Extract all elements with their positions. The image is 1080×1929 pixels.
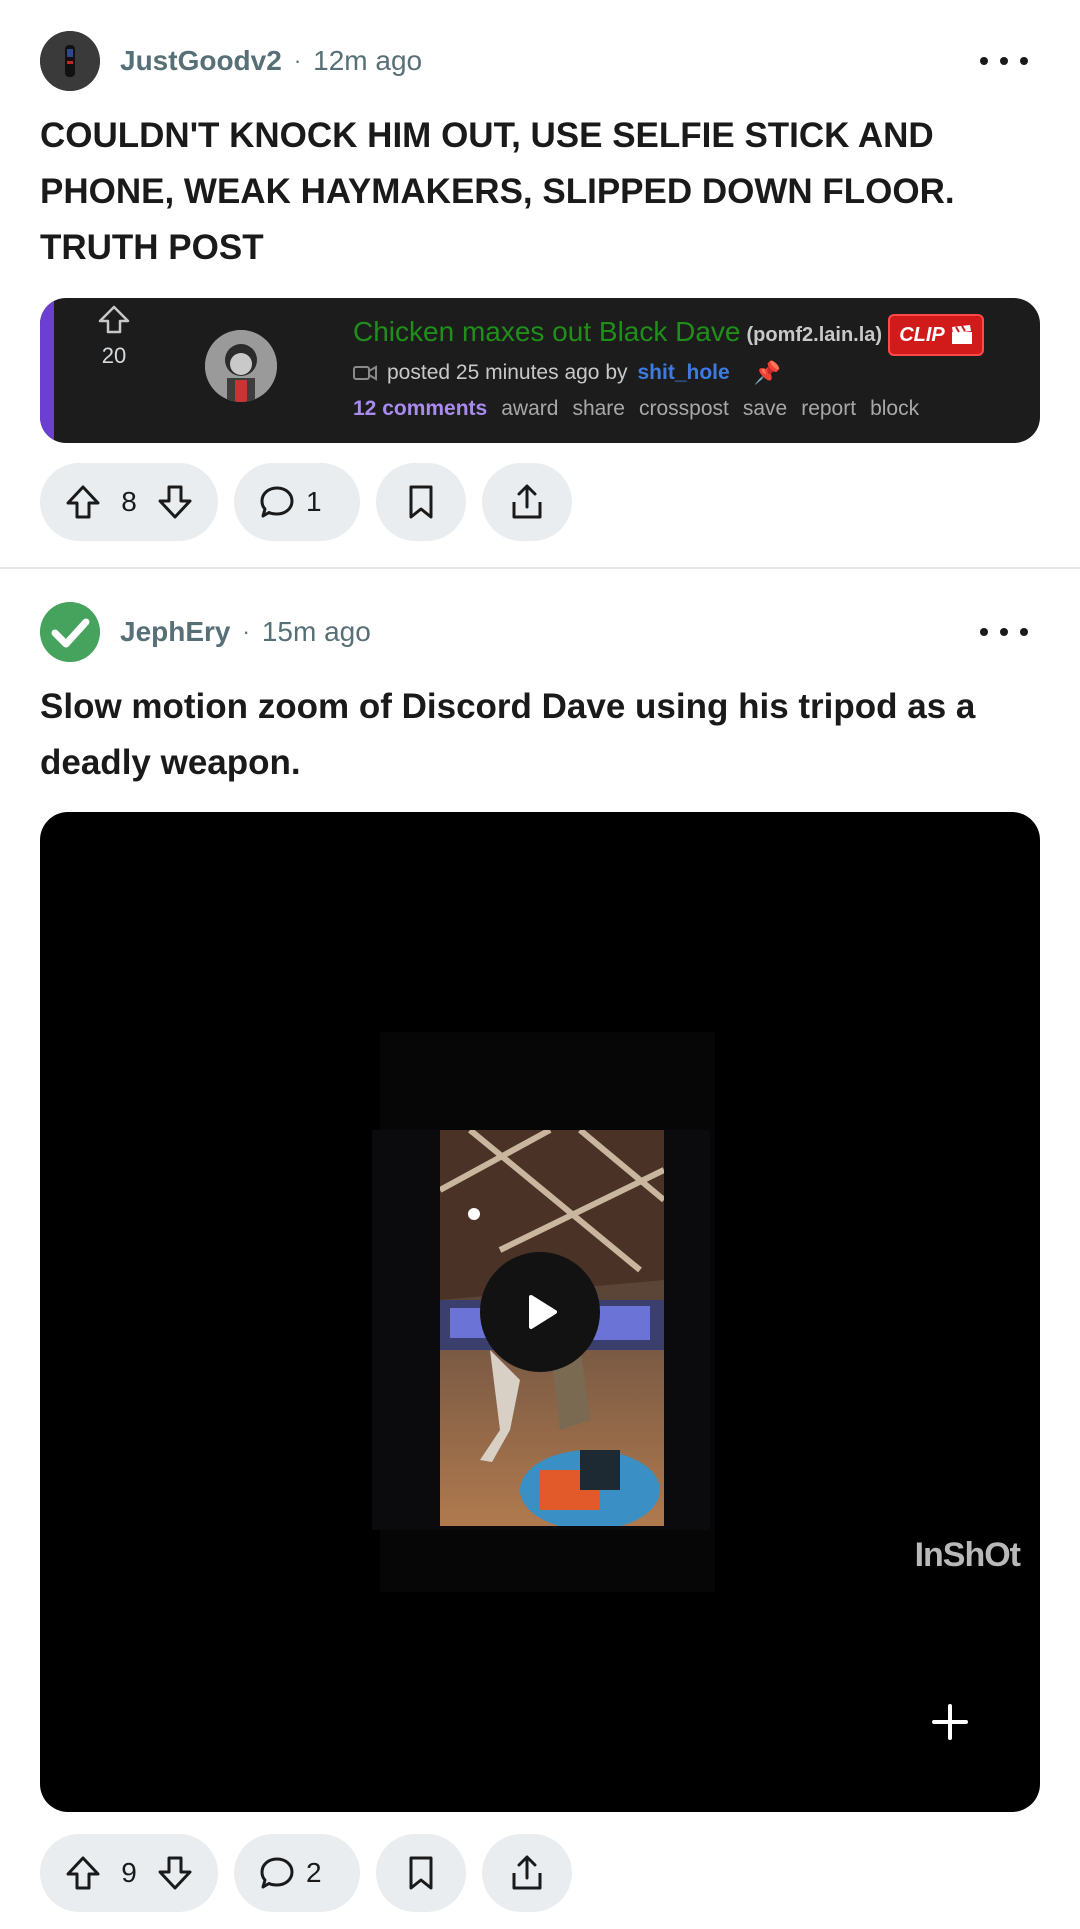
embed-vote[interactable]: 20 xyxy=(84,304,144,369)
embed-link-crosspost[interactable]: crosspost xyxy=(639,397,729,421)
bookmark-icon xyxy=(405,484,437,520)
play-icon[interactable] xyxy=(480,1252,600,1372)
more-icon[interactable] xyxy=(980,46,1028,76)
comment-icon xyxy=(258,1854,296,1892)
post-header: JephEry · 15m ago xyxy=(40,601,1040,663)
post-time: 15m ago xyxy=(261,616,371,647)
share-button[interactable] xyxy=(482,1834,572,1912)
video-watermark: InShOt xyxy=(914,1536,1021,1574)
comments-button[interactable]: 2 xyxy=(234,1834,360,1912)
embed-link-award[interactable]: award xyxy=(501,397,558,421)
embed-link-save[interactable]: save xyxy=(743,397,787,421)
comment-count: 2 xyxy=(306,1857,322,1888)
save-button[interactable] xyxy=(376,463,466,541)
upvote-icon[interactable] xyxy=(97,304,131,334)
downvote-icon[interactable] xyxy=(156,483,194,521)
more-icon[interactable] xyxy=(980,617,1028,647)
post-2[interactable]: JephEry · 15m ago Slow motion zoom of Di… xyxy=(0,601,1080,801)
embed-accent-bar xyxy=(40,298,54,443)
vote-pill: 8 xyxy=(40,463,218,541)
comment-icon xyxy=(258,483,296,521)
checkmark-icon xyxy=(40,602,100,662)
vote-pill: 9 xyxy=(40,1834,218,1912)
post-actions: 8 1 xyxy=(40,463,572,541)
embed-meta: posted 25 minutes ago by shit_hole 📌 xyxy=(353,360,781,386)
embed-link-share[interactable]: share xyxy=(572,397,625,421)
vote-count: 8 xyxy=(121,486,137,517)
vote-count: 9 xyxy=(121,1857,137,1888)
author-name[interactable]: JephEry xyxy=(120,616,231,648)
upvote-icon[interactable] xyxy=(64,1854,102,1892)
embed-link-block[interactable]: block xyxy=(870,397,919,421)
downvote-icon[interactable] xyxy=(156,1854,194,1892)
expand-plus-icon[interactable] xyxy=(920,1692,980,1752)
embedded-link-card[interactable]: 20 Chicken maxes out Black Dave (pomf2.la… xyxy=(40,298,1040,443)
separator: · xyxy=(293,48,302,73)
post-actions: 9 2 xyxy=(40,1834,572,1912)
clapperboard-icon xyxy=(951,325,972,344)
embed-thumbnail[interactable] xyxy=(205,330,277,402)
post-title[interactable]: COULDN'T KNOCK HIM OUT, USE SELFIE STICK… xyxy=(40,108,1040,276)
post-header: JustGoodv2 · 12m ago xyxy=(40,30,1040,92)
clip-label: CLIP xyxy=(899,323,945,346)
embed-domain[interactable]: (pomf2.lain.la) xyxy=(747,324,883,346)
upvote-icon[interactable] xyxy=(64,483,102,521)
author-name[interactable]: JustGoodv2 xyxy=(120,45,282,77)
post-title[interactable]: Slow motion zoom of Discord Dave using h… xyxy=(40,679,1040,791)
share-icon xyxy=(509,483,545,521)
clip-flair: CLIP xyxy=(888,314,984,356)
share-button[interactable] xyxy=(482,463,572,541)
pin-icon: 📌 xyxy=(753,360,782,385)
bookmark-icon xyxy=(405,1855,437,1891)
embed-title-text[interactable]: Chicken maxes out Black Dave xyxy=(353,316,741,347)
embed-posted: posted 25 minutes ago by xyxy=(387,361,628,384)
post-time: 12m ago xyxy=(313,45,423,76)
avatar[interactable] xyxy=(40,31,100,91)
post-divider xyxy=(0,567,1080,569)
share-icon xyxy=(509,1854,545,1892)
embed-title[interactable]: Chicken maxes out Black Dave (pomf2.lain.… xyxy=(353,316,882,348)
embed-user[interactable]: shit_hole xyxy=(638,361,730,385)
video-player[interactable]: InShOt xyxy=(40,812,1040,1812)
embed-comments-link[interactable]: 12 comments xyxy=(353,397,487,421)
comments-button[interactable]: 1 xyxy=(234,463,360,541)
save-button[interactable] xyxy=(376,1834,466,1912)
embed-score: 20 xyxy=(101,343,127,368)
camera-icon xyxy=(353,365,377,381)
embed-link-report[interactable]: report xyxy=(801,397,856,421)
embed-links: 12 comments award share crosspost save r… xyxy=(353,397,919,421)
avatar[interactable] xyxy=(40,602,100,662)
comment-count: 1 xyxy=(306,486,322,517)
separator: · xyxy=(242,619,250,644)
